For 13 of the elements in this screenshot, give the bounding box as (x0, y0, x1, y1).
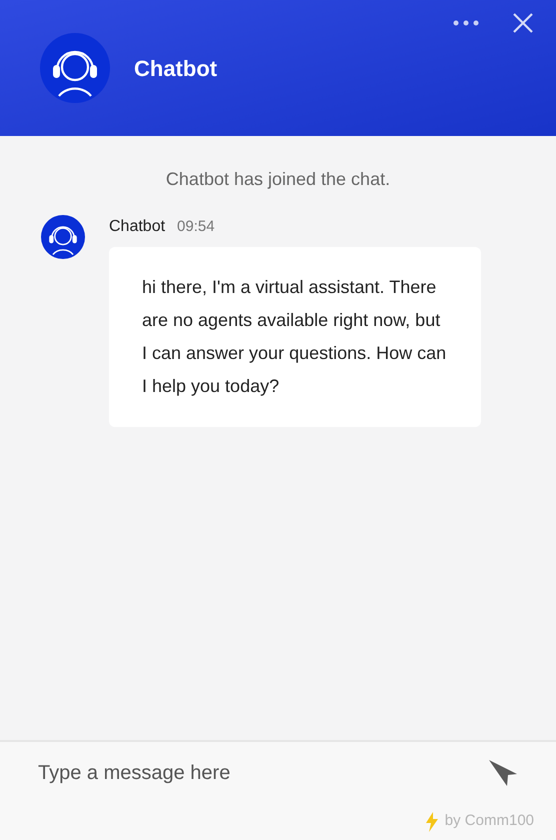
sender-name: Chatbot (109, 217, 166, 237)
powered-by-credit: by Comm100 (444, 810, 534, 830)
system-message: Chatbot has joined the chat. (166, 169, 390, 189)
message-time: 09:54 (177, 217, 215, 237)
message-input[interactable]: Type a message here (38, 758, 486, 788)
agent-avatar-icon (40, 33, 110, 103)
lightning-icon (424, 812, 439, 832)
message-bubble: hi there, I'm a virtual assistant. There are no agents available right now, but I can answer your questions. How can I help you today? (109, 247, 481, 427)
close-icon (513, 13, 533, 33)
send-icon (488, 759, 518, 787)
more-icon (453, 20, 479, 26)
agent-avatar-icon (41, 215, 85, 259)
header-title: Chatbot (134, 54, 218, 82)
